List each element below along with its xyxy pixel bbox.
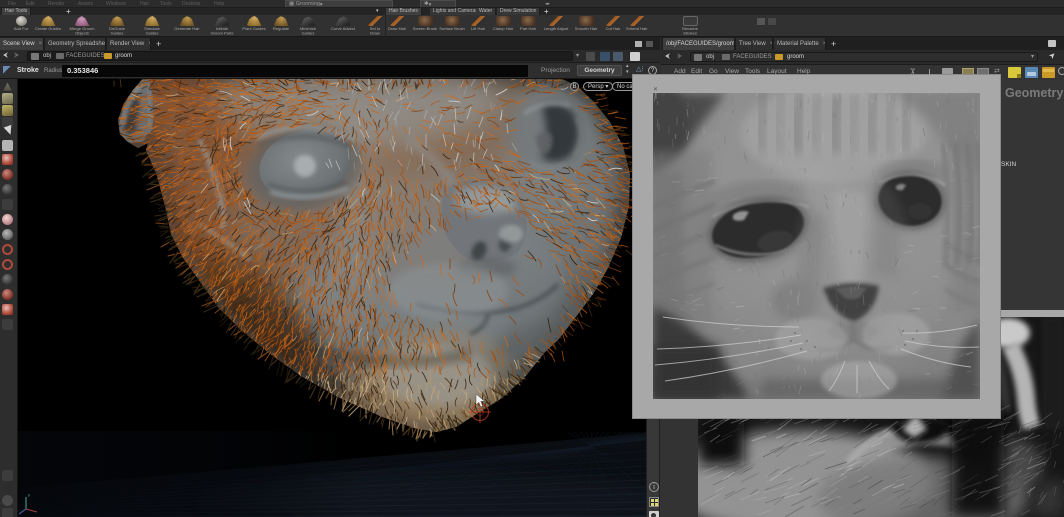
svg-text:y: y (28, 492, 30, 497)
